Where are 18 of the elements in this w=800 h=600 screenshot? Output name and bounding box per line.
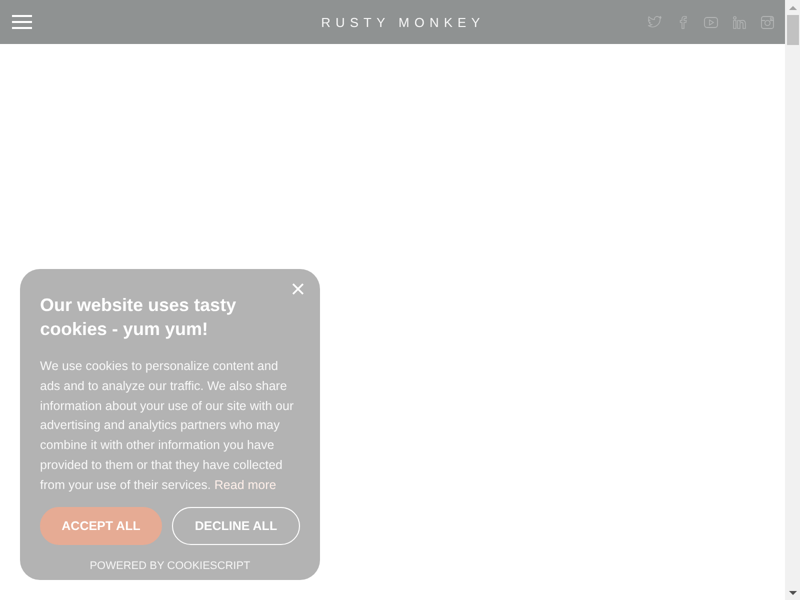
banner-text: We use cookies to personalize content and ads and to analyze our traffic. We also share information about your use of our site with our advertising and analytics partners who may combine it with other information you have provided to them or that they have collected from your use of their services. Read more [40,358,295,494]
site-logo[interactable]: RUSTY MONKEY [321,14,485,30]
close-icon[interactable] [292,283,304,295]
powered-by-text: POWERED BY COOKIESCRIPT [88,560,252,572]
camera-icon[interactable] [760,16,774,28]
decline-button[interactable]: DECLINE ALL [172,506,300,545]
down-arrow-icon[interactable] [788,591,796,595]
read-more-link[interactable]: Read more [214,478,276,492]
accept-button[interactable]: ACCEPT ALL [40,506,162,545]
in-letters-icon[interactable] [732,16,746,28]
up-arrow-icon[interactable] [788,6,796,10]
bird-icon[interactable] [648,16,662,28]
scrollbar-thumb[interactable] [786,15,798,45]
letter-f-icon[interactable] [679,15,687,29]
scrollbar-track[interactable] [785,0,800,600]
menu-icon[interactable] [12,15,32,29]
banner-title: Our website uses tasty cookies - yum yum! [40,294,238,341]
play-button-icon[interactable] [704,16,718,28]
